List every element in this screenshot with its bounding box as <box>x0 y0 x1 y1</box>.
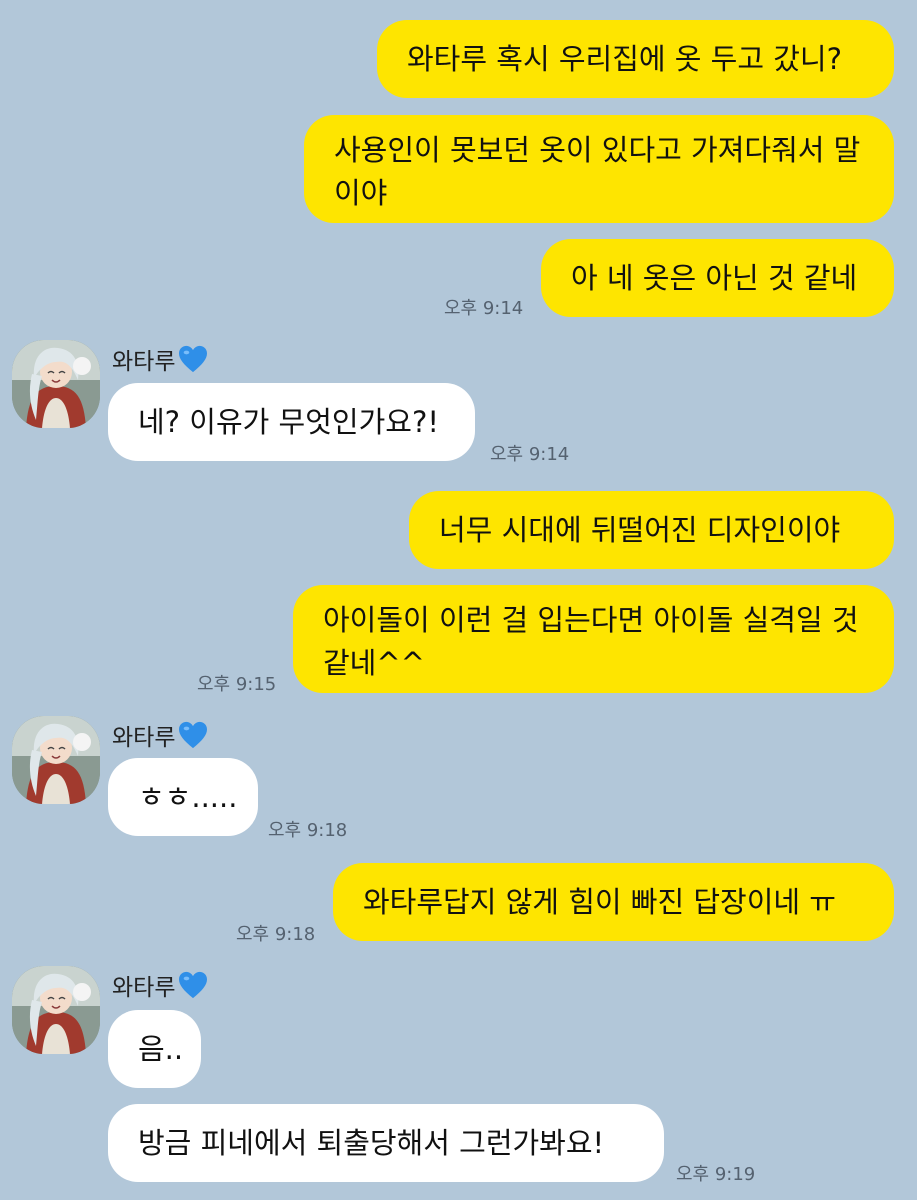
message-timestamp: 오후 9:14 <box>490 444 570 465</box>
chat-area[interactable]: 와타루 혹시 우리집에 옷 두고 갔니? 사용인이 못보던 옷이 있다고 가져다… <box>0 0 917 1200</box>
message-text: 아 네 옷은 아닌 것 같네 <box>571 260 858 295</box>
blue-heart-icon <box>178 721 208 749</box>
avatar[interactable] <box>12 340 100 428</box>
message-timestamp: 오후 9:14 <box>444 298 524 319</box>
sender-name-text: 와타루 <box>112 349 176 375</box>
message-text: 와타루 혹시 우리집에 옷 두고 갔니? <box>407 41 843 76</box>
sender-name: 와타루 <box>112 342 208 376</box>
my-message-bubble[interactable]: 너무 시대에 뒤떨어진 디자인이야 <box>409 491 894 569</box>
avatar-image <box>12 716 100 804</box>
blue-heart-icon <box>178 345 208 373</box>
message-timestamp: 오후 9:15 <box>197 674 277 695</box>
my-message-bubble[interactable]: 아이돌이 이런 걸 입는다면 아이돌 실격일 것 같네^^ <box>293 585 894 693</box>
message-text: ㅎㅎ..... <box>138 779 238 814</box>
my-message-bubble[interactable]: 사용인이 못보던 옷이 있다고 가져다줘서 말이야 <box>304 115 894 223</box>
their-message-bubble[interactable]: ㅎㅎ..... <box>108 758 258 836</box>
avatar-image <box>12 966 100 1054</box>
message-text: 방금 피네에서 퇴출당해서 그런가봐요! <box>138 1125 605 1160</box>
message-text: 아이돌이 이런 걸 입는다면 아이돌 실격일 것 같네^^ <box>323 603 859 680</box>
sender-name-text: 와타루 <box>112 975 176 1001</box>
their-message-bubble[interactable]: 네? 이유가 무엇인가요?! <box>108 383 475 461</box>
avatar[interactable] <box>12 716 100 804</box>
my-message-bubble[interactable]: 와타루 혹시 우리집에 옷 두고 갔니? <box>377 20 894 98</box>
message-text: 와타루답지 않게 힘이 빠진 답장이네 ㅠ <box>363 884 836 919</box>
my-message-bubble[interactable]: 아 네 옷은 아닌 것 같네 <box>541 239 894 317</box>
avatar[interactable] <box>12 966 100 1054</box>
avatar-image <box>12 340 100 428</box>
sender-name: 와타루 <box>112 968 208 1002</box>
their-message-bubble[interactable]: 음.. <box>108 1010 201 1088</box>
message-text: 음.. <box>138 1031 184 1066</box>
message-text: 너무 시대에 뒤떨어진 디자인이야 <box>439 512 841 547</box>
sender-name-text: 와타루 <box>112 725 176 751</box>
sender-name: 와타루 <box>112 718 208 752</box>
message-timestamp: 오후 9:19 <box>676 1164 756 1185</box>
message-text: 사용인이 못보던 옷이 있다고 가져다줘서 말이야 <box>334 133 861 210</box>
message-timestamp: 오후 9:18 <box>236 924 316 945</box>
their-message-bubble[interactable]: 방금 피네에서 퇴출당해서 그런가봐요! <box>108 1104 664 1182</box>
message-timestamp: 오후 9:18 <box>268 820 348 841</box>
blue-heart-icon <box>178 971 208 999</box>
message-text: 네? 이유가 무엇인가요?! <box>138 404 439 439</box>
my-message-bubble[interactable]: 와타루답지 않게 힘이 빠진 답장이네 ㅠ <box>333 863 894 941</box>
